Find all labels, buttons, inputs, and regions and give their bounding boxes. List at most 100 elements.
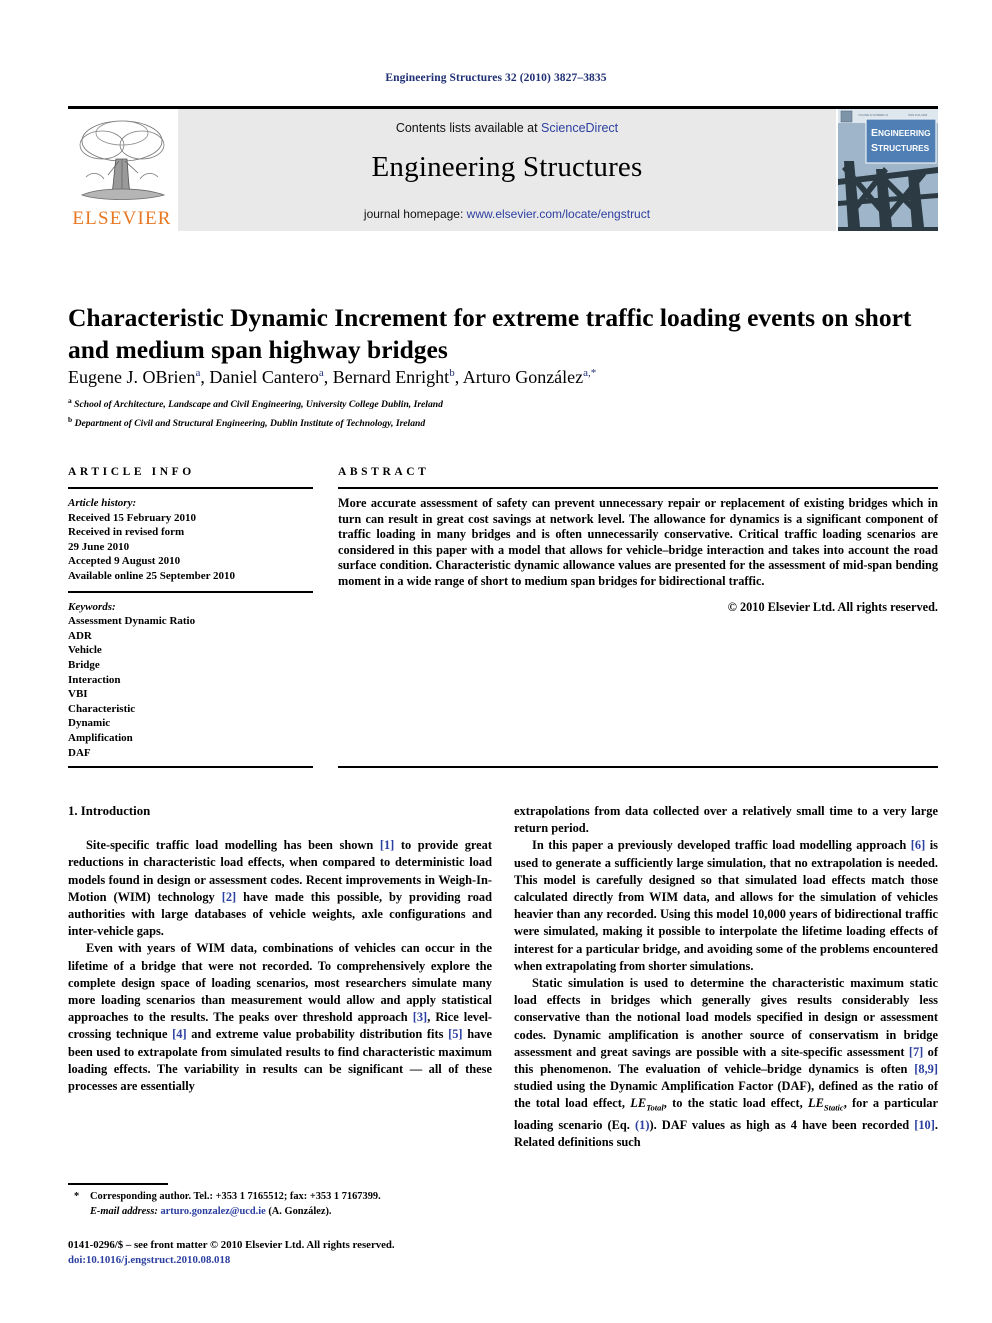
body-paragraph: Site-specific traffic load modelling has… [68, 837, 492, 940]
citation-link[interactable]: [4] [172, 1027, 186, 1041]
citation-link[interactable]: (1) [635, 1118, 649, 1132]
paragraph-text: ). DAF values as high as 4 have been rec… [649, 1118, 915, 1133]
body-paragraph: extrapolations from data collected over … [514, 803, 938, 837]
running-head: Engineering Structures 32 (2010) 3827–38… [385, 72, 607, 84]
article-history-item: 29 June 2010 [68, 540, 130, 553]
email-label: E-mail address: [90, 1205, 158, 1217]
paragraph-text: In this paper a previously developed tra… [532, 838, 911, 853]
article-history-item: Available online 25 September 2010 [68, 569, 236, 582]
cover-title-line2: STRUCTURES [871, 142, 930, 154]
journal-homepage-link[interactable]: www.elsevier.com/locate/engstruct [467, 207, 650, 221]
svg-text:ISSN 0141-0296: ISSN 0141-0296 [908, 113, 928, 117]
author-affiliation-mark: a [195, 367, 201, 379]
abstract-rule-bottom [338, 766, 938, 768]
elsevier-tree-icon [72, 115, 172, 209]
paragraph-text: , to the static load effect, [663, 1096, 809, 1111]
cover-title-line1: ENGINEERING [871, 127, 931, 139]
paragraph-text: Site-specific traffic load modelling has… [86, 838, 380, 853]
author-affiliation-mark: a [318, 367, 324, 379]
sciencedirect-link[interactable]: ScienceDirect [541, 121, 618, 135]
footnote-block: * Corresponding author. Tel.: +353 1 716… [68, 1190, 492, 1219]
article-info-section: ARTICLE INFO Article history: Received 1… [68, 466, 313, 760]
citation-link[interactable]: [7] [909, 1045, 923, 1059]
article-history-lines: Received 15 February 2010 Received in rev… [68, 511, 313, 584]
body-column-left: 1. Introduction Site-specific traffic lo… [68, 803, 492, 1095]
footnote-rule [68, 1183, 168, 1185]
citation-link[interactable]: [1] [380, 838, 394, 852]
keyword-lines: Assessment Dynamic Ratio ADR Vehicle Bridge… [68, 614, 313, 760]
citation-link[interactable]: [5] [448, 1027, 462, 1041]
paragraph-text: and extreme value probability distributi… [186, 1027, 449, 1042]
affiliation-item: b Department of Civil and Structural Eng… [68, 413, 938, 432]
keyword-item: Characteristic [68, 702, 136, 715]
article-history-item: Accepted 9 August 2010 [68, 555, 181, 568]
corresponding-author-line: Corresponding author. Tel.: +353 1 71655… [90, 1191, 381, 1202]
body-paragraph: In this paper a previously developed tra… [514, 837, 938, 975]
keywords-block: Keywords: Assessment Dynamic Ratio ADR Veh… [68, 600, 313, 761]
article-history-item: Received 15 February 2010 [68, 511, 196, 524]
body-paragraph: Even with years of WIM data, combination… [68, 940, 492, 1095]
keyword-item: ADR [68, 629, 92, 642]
doi-link[interactable]: doi:10.1016/j.engstruct.2010.08.018 [68, 1253, 538, 1268]
paragraph-text: extrapolations from data collected over … [514, 804, 938, 836]
keyword-item: VBI [68, 688, 88, 701]
citation-link[interactable]: [8,9] [914, 1062, 938, 1076]
imprint-block: 0141-0296/$ – see front matter © 2010 El… [68, 1238, 538, 1267]
abstract-heading: ABSTRACT [338, 466, 430, 478]
journal-cover-thumbnail: VOLUME 32 NUMBER 12 ISSN 0141-0296 ENGIN… [838, 109, 938, 231]
article-history-item: Received in revised form [68, 526, 185, 539]
article-history-label: Article history: [68, 497, 137, 509]
article-info-rule-top [68, 487, 313, 489]
citation-link[interactable]: [2] [222, 890, 236, 904]
elsevier-wordmark: ELSEVIER [72, 208, 172, 229]
affiliation-item: a School of Architecture, Landscape and … [68, 394, 938, 413]
author-name: Eugene J. OBrien [68, 367, 196, 387]
author-name: Arturo González [462, 367, 584, 387]
footnote-asterisk: * [74, 1191, 80, 1202]
imprint-front-matter: 0141-0296/$ – see front matter © 2010 El… [68, 1239, 395, 1251]
math-variable: LE [630, 1096, 647, 1111]
affiliation-list: a School of Architecture, Landscape and … [68, 394, 938, 431]
keyword-item: Dynamic [68, 717, 111, 730]
author-name: Daniel Cantero [209, 367, 319, 387]
masthead-center-band: Contents lists available at ScienceDirec… [178, 109, 836, 231]
author-list: Eugene J. OBriena, Daniel Canteroa, Bern… [68, 367, 597, 387]
abstract-section: ABSTRACT More accurate assessment of saf… [338, 466, 938, 615]
citation-link[interactable]: [3] [413, 1010, 427, 1024]
elsevier-logo: ELSEVIER [68, 109, 176, 231]
body-paragraph: Static simulation is used to determine t… [514, 975, 938, 1152]
email-suffix: (A. González). [268, 1205, 332, 1217]
abstract-copyright: © 2010 Elsevier Ltd. All rights reserved… [727, 599, 938, 614]
body-column-right: extrapolations from data collected over … [514, 803, 938, 1152]
abstract-text: More accurate assessment of safety can p… [338, 496, 938, 588]
info-rule-bottom [68, 766, 313, 768]
homepage-prefix: journal homepage: [363, 207, 467, 221]
keywords-rule [68, 590, 313, 593]
paper-page: Engineering Structures 32 (2010) 3827–38… [0, 0, 992, 1323]
journal-masthead: ELSEVIER Contents lists available at Sci… [68, 106, 938, 231]
journal-title: Engineering Structures [371, 151, 643, 183]
author-name: Bernard Enright [332, 367, 450, 387]
math-subscript: Total [646, 1102, 664, 1113]
citation-link[interactable]: [6] [911, 838, 925, 852]
math-variable: LE [808, 1096, 824, 1111]
section-heading-introduction: 1. Introduction [68, 804, 151, 818]
article-history-block: Article history: Received 15 February 20… [68, 496, 313, 584]
page-title: Characteristic Dynamic Increment for ext… [68, 303, 912, 365]
citation-link[interactable]: [10] [914, 1118, 935, 1132]
email-link[interactable]: arturo.gonzalez@ucd.ie [160, 1206, 265, 1217]
keywords-label: Keywords: [68, 600, 116, 613]
affiliation-text: School of Architecture, Landscape and Ci… [71, 399, 443, 411]
paragraph-text: Static simulation is used to determine t… [514, 976, 938, 1059]
keyword-item: Amplification [68, 731, 133, 744]
right-paragraphs: extrapolations from data collected over … [514, 803, 938, 1152]
svg-text:VOLUME 32 NUMBER 12: VOLUME 32 NUMBER 12 [858, 113, 889, 117]
affiliation-text: Department of Civil and Structural Engin… [72, 417, 426, 429]
contents-available-line: Contents lists available at ScienceDirec… [178, 121, 836, 135]
left-paragraphs: Site-specific traffic load modelling has… [68, 837, 492, 1095]
author-affiliation-mark: b [449, 367, 455, 379]
keyword-item: Assessment Dynamic Ratio [68, 615, 196, 628]
author-affiliation-mark: a,* [583, 367, 597, 379]
keyword-item: DAF [68, 746, 91, 759]
keyword-item: Interaction [68, 673, 121, 686]
